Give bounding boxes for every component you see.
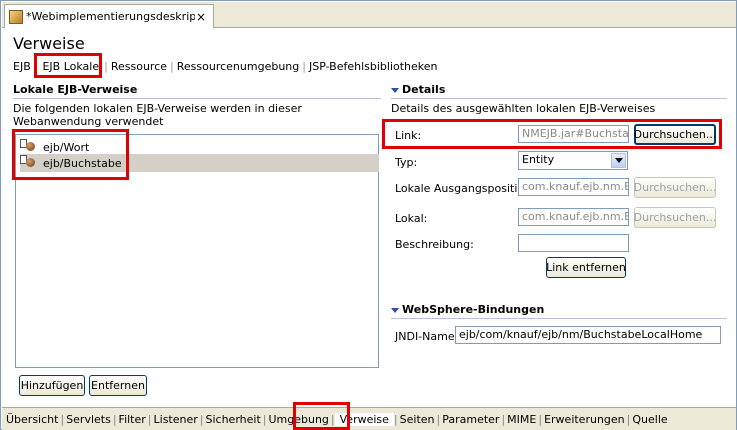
local-label: Lokal: — [395, 212, 428, 225]
tab-jsp-taglib[interactable]: JSP-Befehlsbibliotheken — [307, 60, 440, 73]
list-item-selected[interactable]: ejb/Buchstabe — [20, 154, 379, 172]
tab-references[interactable]: Verweise — [334, 412, 394, 426]
page-title: Verweise — [13, 34, 85, 53]
tab-security[interactable]: Sicherheit — [204, 413, 263, 426]
type-label: Typ: — [395, 156, 418, 169]
list-item-label: ejb/Buchstabe — [40, 155, 125, 171]
browse-link-button[interactable]: Durchsuchen... — [634, 124, 716, 145]
local-ejb-refs-header: Lokale EJB-Verweise — [13, 83, 138, 96]
type-select[interactable]: Entity — [518, 151, 628, 170]
web-descriptor-icon — [9, 9, 23, 24]
tab-mime[interactable]: MIME — [505, 413, 538, 426]
tab-source[interactable]: Quelle — [630, 413, 669, 426]
ejb-ref-list[interactable]: ejb/Wort ejb/Buchstabe — [15, 134, 379, 368]
ejb-ref-icon — [20, 139, 36, 155]
list-item-label: ejb/Wort — [43, 140, 90, 154]
remove-link-button[interactable]: Link entfernen — [546, 257, 626, 278]
browse-home-button[interactable]: Durchsuchen... — [634, 177, 716, 198]
section-divider — [13, 98, 381, 99]
close-icon[interactable]: × — [195, 10, 207, 24]
editor-window: *Webimplementierungsdeskriptor × Verweis… — [0, 0, 737, 430]
collapse-icon[interactable] — [391, 87, 399, 93]
editor-tab[interactable]: *Webimplementierungsdeskriptor × — [4, 4, 214, 28]
local-ejb-refs-description: Die folgenden lokalen EJB-Verweise werde… — [13, 102, 302, 128]
local-field[interactable]: com.knauf.ejb.nm.Bu — [518, 208, 629, 226]
tab-extensions[interactable]: Erweiterungen — [542, 413, 627, 426]
tab-overview[interactable]: Übersicht — [4, 413, 60, 426]
details-header-label: Details — [402, 83, 446, 96]
ejb-ref-icon — [20, 155, 36, 171]
page-tabs: Übersicht | Servlets | Filter | Listener | S… — [2, 407, 736, 430]
websphere-header-label: WebSphere-Bindungen — [402, 303, 545, 316]
collapse-icon[interactable] — [391, 307, 399, 313]
editor-tab-bar: *Webimplementierungsdeskriptor × — [2, 2, 736, 28]
browse-local-button[interactable]: Durchsuchen... — [634, 207, 716, 228]
chevron-down-icon[interactable] — [611, 153, 626, 168]
link-field[interactable]: NMEJB.jar#Buchstab — [518, 125, 629, 143]
add-button[interactable]: Hinzufügen — [19, 375, 85, 396]
local-home-label: Lokale Ausgangsposition: — [395, 182, 535, 195]
details-header: Details — [391, 83, 445, 96]
jndi-name-field[interactable]: ejb/com/knauf/ejb/nm/BuchstabeLocalHome — [455, 326, 721, 344]
tab-resource[interactable]: Ressource — [109, 60, 169, 73]
type-select-value: Entity — [522, 153, 555, 166]
tab-listener[interactable]: Listener — [152, 413, 200, 426]
description-label: Beschreibung: — [395, 238, 474, 251]
tab-ejb-local[interactable]: EJB Lokale — [38, 60, 103, 73]
editor-tab-title: *Webimplementierungsdeskriptor — [26, 10, 195, 23]
section-divider — [391, 318, 727, 319]
remove-button[interactable]: Entfernen — [89, 375, 147, 396]
details-description: Details des ausgewählten lokalen EJB-Ver… — [391, 102, 656, 115]
tab-parameters[interactable]: Parameter — [440, 413, 501, 426]
tab-filter[interactable]: Filter — [117, 413, 148, 426]
tab-pages[interactable]: Seiten — [398, 413, 437, 426]
jndi-name-label: JNDI-Name: — [395, 330, 459, 343]
link-label: Link: — [395, 129, 422, 142]
local-home-field[interactable]: com.knauf.ejb.nm.Bu — [518, 178, 629, 196]
websphere-header: WebSphere-Bindungen — [391, 303, 544, 316]
tab-servlets[interactable]: Servlets — [64, 413, 113, 426]
description-field[interactable] — [518, 234, 629, 252]
tab-resource-env[interactable]: Ressourcenumgebung — [175, 60, 302, 73]
tab-environment[interactable]: Umgebung — [266, 413, 330, 426]
reference-type-tabs: EJB | EJB Lokale | Ressource | Ressourcenum… — [11, 59, 440, 73]
tab-ejb[interactable]: EJB — [11, 60, 33, 73]
section-divider — [391, 98, 727, 99]
